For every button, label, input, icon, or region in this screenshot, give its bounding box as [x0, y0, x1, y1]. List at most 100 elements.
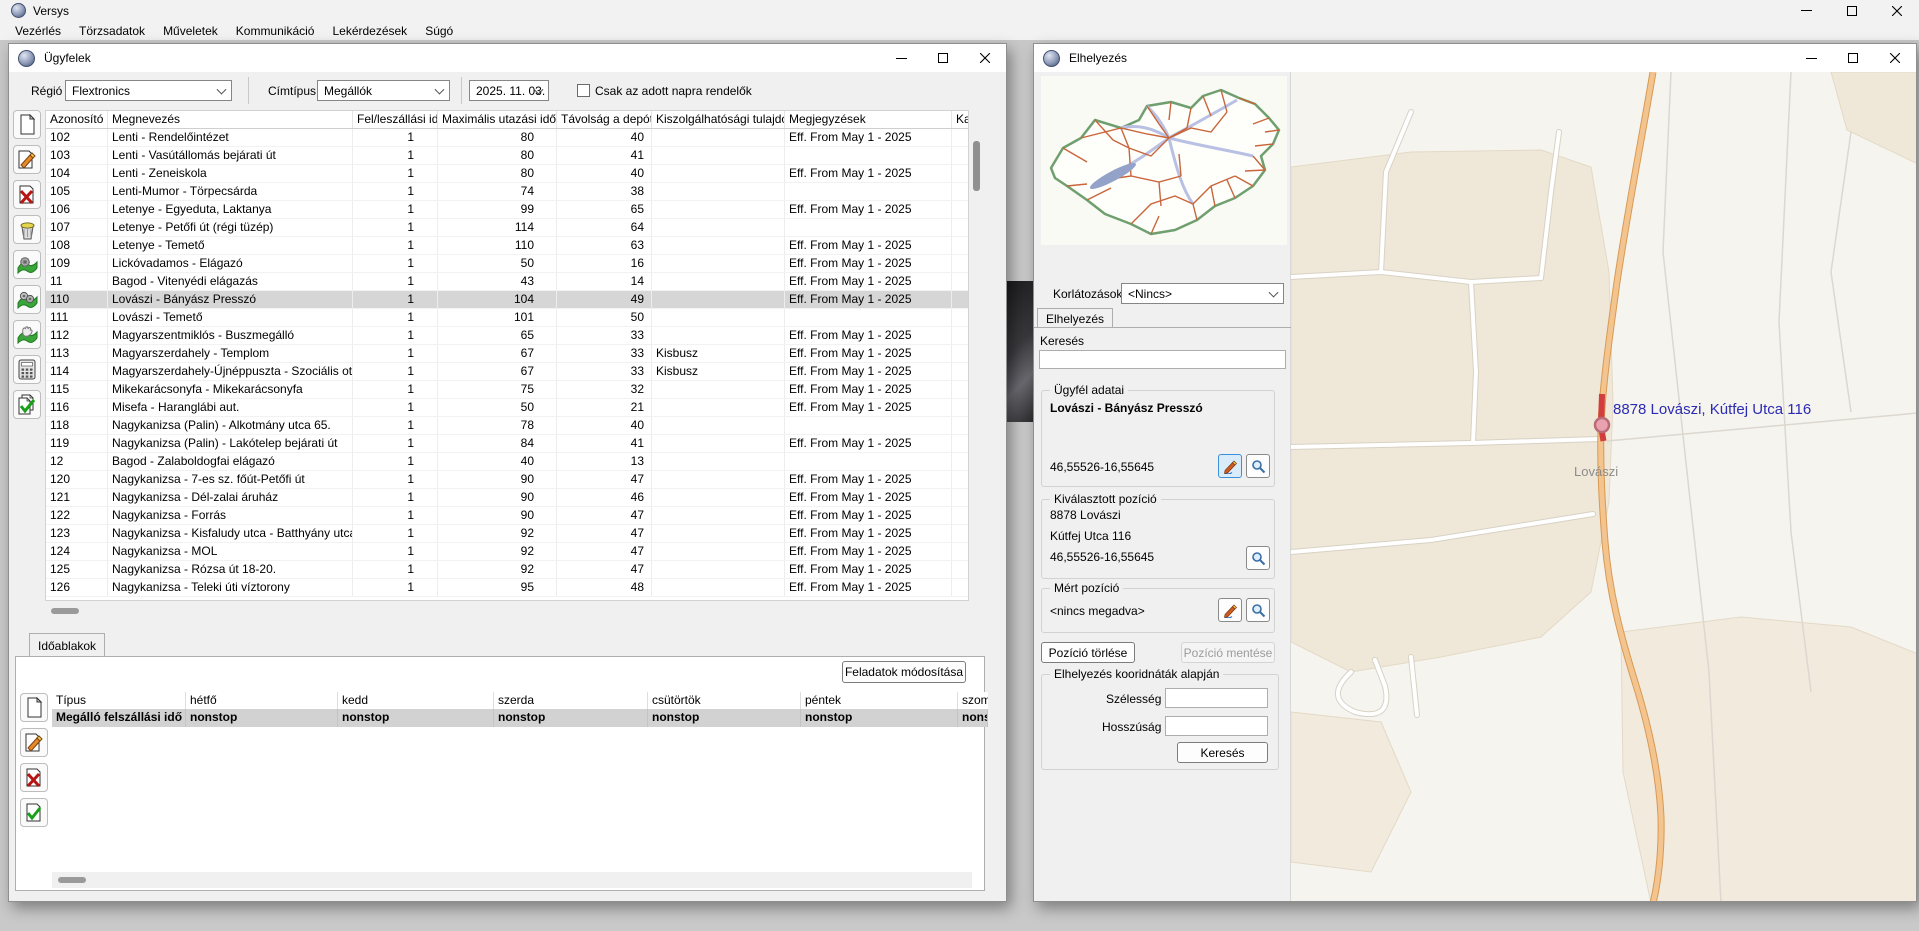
menu-item[interactable]: Lekérdezések	[323, 21, 416, 40]
save-position-button[interactable]: Pozíció mentése	[1181, 642, 1275, 663]
menu-item[interactable]: Törzsadatok	[70, 21, 154, 40]
column-header[interactable]: Fel/leszállási idő	[353, 111, 438, 128]
new-document-button[interactable]	[13, 110, 41, 139]
edit-item-button[interactable]	[20, 728, 48, 757]
customers-close-button[interactable]	[964, 44, 1006, 72]
column-header[interactable]: hétfő	[186, 692, 338, 709]
tab-elhelyezes[interactable]: Elhelyezés	[1037, 308, 1113, 328]
menu-item[interactable]: Súgó	[416, 21, 462, 40]
customers-minimize-button[interactable]	[880, 44, 922, 72]
app-maximize-button[interactable]	[1829, 0, 1874, 21]
trash-button[interactable]	[13, 215, 41, 244]
app-close-button[interactable]	[1874, 0, 1919, 21]
new-item-button[interactable]	[20, 693, 48, 722]
app-minimize-button[interactable]	[1784, 0, 1829, 21]
column-header[interactable]: Távolság a depótól	[557, 111, 652, 128]
table-row[interactable]: 108Letenye - Temető111063Eff. From May 1…	[46, 237, 968, 255]
table-row[interactable]: 109Lickóvadamos - Elágazó15016Eff. From …	[46, 255, 968, 273]
scrollbar-thumb[interactable]	[58, 877, 86, 883]
table-row[interactable]: 116Misefa - Haranglábi aut.15021Eff. Fro…	[46, 399, 968, 417]
tab-idoablakok[interactable]: Időablakok	[29, 633, 105, 657]
column-header[interactable]: szomb	[958, 692, 988, 709]
menu-item[interactable]: Kommunikáció	[227, 21, 324, 40]
table-row[interactable]: 119Nagykanizsa (Palin) - Lakótelep bejár…	[46, 435, 968, 453]
calculator-button[interactable]	[13, 355, 41, 384]
customer-locate-button[interactable]	[1246, 454, 1270, 478]
addresstype-combobox[interactable]: Megállók	[317, 80, 450, 101]
coordinates-search-button[interactable]: Keresés	[1177, 742, 1268, 763]
column-header[interactable]: Kapcs	[952, 111, 968, 128]
selected-locate-button[interactable]	[1246, 546, 1270, 570]
edit-document-button[interactable]	[13, 145, 41, 174]
column-header[interactable]: Típus	[52, 692, 186, 709]
column-header[interactable]: péntek	[801, 692, 958, 709]
column-header[interactable]: Megjegyzések	[785, 111, 952, 128]
table-row[interactable]: 11Bagod - Vitenyédi elágazás14314Eff. Fr…	[46, 273, 968, 291]
table-row[interactable]: 112Magyarszentmiklós - Buszmegálló16533E…	[46, 327, 968, 345]
date-combobox[interactable]: 2025. 11. 03.	[469, 80, 549, 101]
customer-edit-position-button[interactable]	[1218, 454, 1242, 478]
table-cell: Lovászi - Temető	[108, 309, 353, 326]
placement-minimize-button[interactable]	[1790, 44, 1832, 72]
scrollbar-thumb[interactable]	[973, 141, 980, 191]
measured-locate-button[interactable]	[1246, 598, 1270, 622]
table-row[interactable]: 126Nagykanizsa - Teleki úti víztorony195…	[46, 579, 968, 597]
menu-item[interactable]: Műveletek	[154, 21, 227, 40]
table-row[interactable]: 113Magyarszerdahely - Templom16733Kisbus…	[46, 345, 968, 363]
table-row[interactable]: 123Nagykanizsa - Kisfaludy utca - Batthy…	[46, 525, 968, 543]
table-cell: 1	[353, 507, 438, 524]
longitude-input[interactable]	[1165, 716, 1268, 736]
table-row[interactable]: 114Magyarszerdahely-Újnéppuszta - Szociá…	[46, 363, 968, 381]
placement-close-button[interactable]	[1874, 44, 1916, 72]
restrictions-combobox[interactable]: <Nincs>	[1121, 283, 1284, 304]
column-header[interactable]: Azonosító	[46, 111, 108, 128]
table-row[interactable]: 120Nagykanizsa - 7-es sz. főút-Petőfi út…	[46, 471, 968, 489]
table-row[interactable]: 125Nagykanizsa - Rózsa út 18-20.19247Eff…	[46, 561, 968, 579]
placement-maximize-button[interactable]	[1832, 44, 1874, 72]
delete-position-button[interactable]: Pozíció törlése	[1041, 642, 1135, 663]
route-assign-button[interactable]	[13, 250, 41, 279]
only-day-checkbox[interactable]	[577, 84, 590, 97]
route-release-button[interactable]	[13, 320, 41, 349]
column-header[interactable]: szerda	[494, 692, 648, 709]
schedule-table-row[interactable]: Megálló felszállási időnonstopnonstopnon…	[52, 709, 988, 727]
measured-edit-button[interactable]	[1218, 598, 1242, 622]
confirm-item-button[interactable]	[20, 798, 48, 827]
customers-horizontal-scrollbar[interactable]	[45, 603, 983, 619]
column-header[interactable]: Maximális utazási idő	[438, 111, 557, 128]
hungary-overview-map[interactable]	[1041, 76, 1287, 245]
search-input[interactable]	[1039, 350, 1286, 369]
customers-maximize-button[interactable]	[922, 44, 964, 72]
table-row[interactable]: 12Bagod - Zalaboldogfai elágazó14013	[46, 453, 968, 471]
delete-document-button[interactable]	[13, 180, 41, 209]
schedule-horizontal-scrollbar[interactable]	[52, 872, 972, 888]
column-header[interactable]: kedd	[338, 692, 494, 709]
modify-tasks-button[interactable]: Feladatok módosítása	[842, 661, 966, 683]
customers-vertical-scrollbar[interactable]	[970, 110, 983, 601]
table-row[interactable]: 115Mikekarácsonyfa - Mikekarácsonyfa1753…	[46, 381, 968, 399]
confirm-documents-button[interactable]	[13, 390, 41, 419]
table-row[interactable]: 111Lovászi - Temető110150	[46, 309, 968, 327]
latitude-input[interactable]	[1165, 688, 1268, 708]
table-row[interactable]: 118Nagykanizsa (Palin) - Alkotmány utca …	[46, 417, 968, 435]
detail-map[interactable]: 8878 Lovászi, Kútfej Utca 116 Lovászi	[1291, 72, 1916, 901]
column-header[interactable]: Megnevezés	[108, 111, 353, 128]
table-row[interactable]: 107Letenye - Petőfi út (régi tüzép)11146…	[46, 219, 968, 237]
region-combobox[interactable]: Flextronics	[65, 80, 232, 101]
customer-name: Lovászi - Bányász Presszó	[1050, 401, 1203, 415]
column-header[interactable]: csütörtök	[648, 692, 801, 709]
route-batch-button[interactable]	[13, 285, 41, 314]
table-row[interactable]: 124Nagykanizsa - MOL19247Eff. From May 1…	[46, 543, 968, 561]
table-row[interactable]: 102Lenti - Rendelőintézet18040Eff. From …	[46, 129, 968, 147]
menu-item[interactable]: Vezérlés	[6, 21, 70, 40]
scrollbar-thumb[interactable]	[51, 608, 79, 614]
table-row[interactable]: 104Lenti - Zeneiskola18040Eff. From May …	[46, 165, 968, 183]
table-row[interactable]: 105Lenti-Mumor - Törpecsárda17438	[46, 183, 968, 201]
table-row[interactable]: 110Lovászi - Bányász Presszó110449Eff. F…	[46, 291, 968, 309]
table-row[interactable]: 103Lenti - Vasútállomás bejárati út18041	[46, 147, 968, 165]
delete-item-button[interactable]	[20, 763, 48, 792]
table-row[interactable]: 106Letenye - Egyeduta, Laktanya19965Eff.…	[46, 201, 968, 219]
table-row[interactable]: 122Nagykanizsa - Forrás19047Eff. From Ma…	[46, 507, 968, 525]
column-header[interactable]: Kiszolgálhatósági tulajdonsá	[652, 111, 785, 128]
table-row[interactable]: 121Nagykanizsa - Dél-zalai áruház19046Ef…	[46, 489, 968, 507]
